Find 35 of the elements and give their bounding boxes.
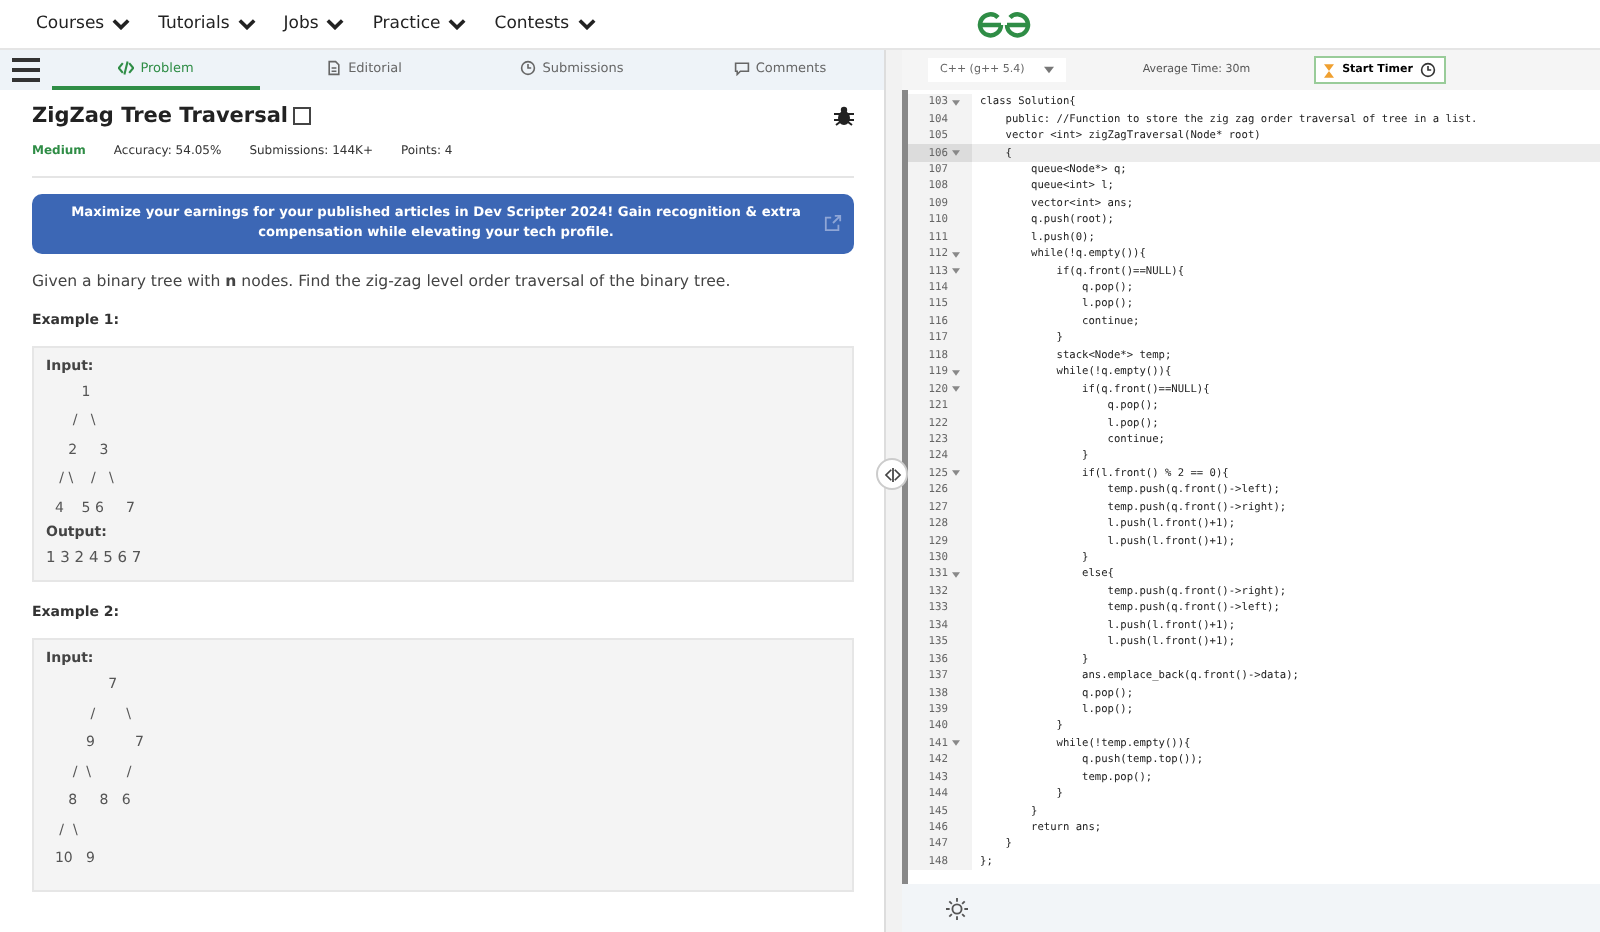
chat-bubble-icon	[733, 60, 750, 76]
nav-menu-item[interactable]: Jobs	[283, 14, 345, 34]
nav-menu-item[interactable]: Courses	[36, 14, 131, 34]
chevron-down-icon	[448, 18, 467, 30]
caret-icon	[1044, 66, 1055, 74]
hourglass-icon	[1324, 63, 1335, 77]
fold-caret-icon[interactable]	[952, 268, 960, 275]
chevron-down-icon	[112, 18, 131, 30]
fold-caret-icon[interactable]	[952, 251, 960, 258]
problem-title: ZigZag Tree Traversal	[32, 104, 289, 128]
code-editor[interactable]	[902, 90, 1600, 884]
clock-icon	[1420, 62, 1437, 78]
fold-caret-icon[interactable]	[952, 150, 960, 157]
chevron-down-icon	[577, 18, 596, 30]
fold-caret-icon[interactable]	[952, 386, 960, 393]
external-link-icon[interactable]	[824, 214, 842, 233]
resize-handle[interactable]	[876, 458, 908, 490]
fold-caret-icon[interactable]	[952, 571, 960, 578]
clock-icon	[520, 60, 537, 76]
bug-icon[interactable]	[834, 106, 854, 126]
fold-caret-icon[interactable]	[952, 99, 960, 106]
fold-caret-icon[interactable]	[952, 470, 960, 477]
chevron-down-icon	[326, 18, 345, 30]
nav-menu-item[interactable]: Tutorials	[158, 14, 256, 34]
fold-caret-icon[interactable]	[952, 740, 960, 747]
chevron-down-icon	[237, 18, 256, 30]
menu-icon[interactable]	[12, 58, 40, 82]
nav-menu-item[interactable]: Contests	[494, 14, 596, 34]
document-icon	[326, 60, 343, 76]
nav-menu-item[interactable]: Practice	[372, 14, 467, 34]
code-icon	[118, 60, 135, 76]
split-arrows-icon	[883, 467, 901, 481]
logo-icon[interactable]	[974, 9, 1034, 39]
bookmark-icon[interactable]	[292, 106, 313, 126]
fold-caret-icon[interactable]	[952, 369, 960, 376]
